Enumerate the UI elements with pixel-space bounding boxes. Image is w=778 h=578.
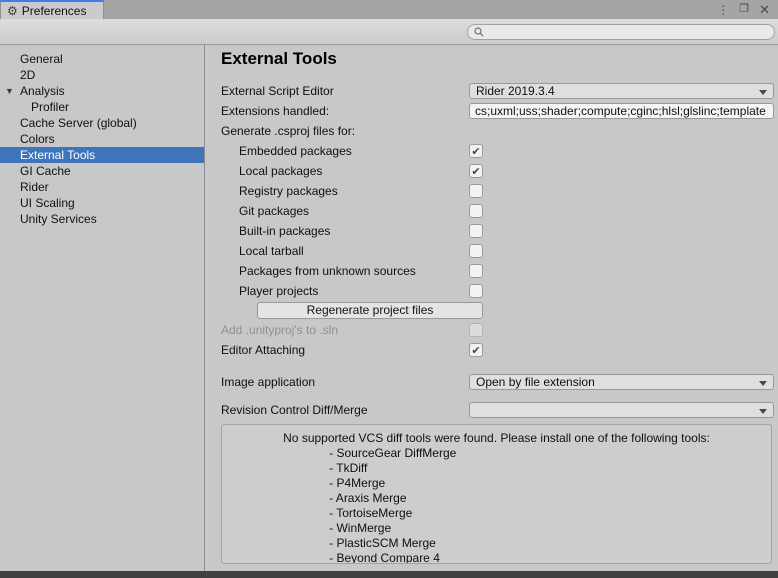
sidebar-item-colors[interactable]: Colors: [0, 131, 204, 147]
sidebar-item-label: GI Cache: [20, 164, 71, 178]
add-unityproj-checkbox: [469, 323, 483, 337]
preferences-window: ⚙ Preferences ⋮ ❐ ✕ General 2D ▼ Analysis Pr…: [0, 0, 778, 578]
editor-attaching-label: Editor Attaching: [221, 343, 469, 357]
image-application-label: Image application: [221, 375, 469, 389]
revision-control-label: Revision Control Diff/Merge: [221, 403, 469, 417]
csproj-checkbox-label: Built-in packages: [221, 224, 469, 238]
sidebar-item-2d[interactable]: 2D: [0, 67, 204, 83]
sidebar-item-label: UI Scaling: [20, 196, 75, 210]
sidebar-item-gi-cache[interactable]: GI Cache: [0, 163, 204, 179]
vcs-tool-item: - Beyond Compare 4: [283, 551, 710, 564]
external-script-editor-row: External Script Editor Rider 2019.3.4: [221, 81, 774, 101]
revision-control-row: Revision Control Diff/Merge: [221, 400, 774, 420]
vcs-tool-item: - TortoiseMerge: [283, 506, 710, 521]
sidebar-item-ui-scaling[interactable]: UI Scaling: [0, 195, 204, 211]
sidebar-item-label: External Tools: [20, 148, 95, 162]
sidebar-item-label: 2D: [20, 68, 35, 82]
external-script-editor-label: External Script Editor: [221, 84, 469, 98]
search-icon: [474, 27, 484, 37]
external-tools-panel: External Tools External Script Editor Ri…: [205, 45, 778, 571]
built-in-packages-checkbox[interactable]: [469, 224, 483, 238]
window-menu-icon[interactable]: ⋮: [717, 4, 729, 16]
sidebar-item-general[interactable]: General: [0, 51, 204, 67]
page-title: External Tools: [221, 49, 774, 73]
generate-csproj-label: Generate .csproj files for:: [221, 124, 469, 138]
window-bottom-edge: [0, 571, 778, 578]
csproj-row: Git packages: [221, 201, 774, 221]
sidebar-item-label: Cache Server (global): [20, 116, 137, 130]
add-unityproj-row: Add .unityproj's to .sln: [221, 320, 774, 340]
vcs-tool-item: - SourceGear DiffMerge: [283, 446, 710, 461]
add-unityproj-label: Add .unityproj's to .sln: [221, 323, 469, 337]
generate-csproj-header-row: Generate .csproj files for:: [221, 121, 774, 141]
sidebar-item-label: Rider: [20, 180, 49, 194]
vcs-tool-item: - WinMerge: [283, 521, 710, 536]
sidebar-item-cache-server-global-[interactable]: Cache Server (global): [0, 115, 204, 131]
registry-packages-checkbox[interactable]: [469, 184, 483, 198]
csproj-checkbox-label: Registry packages: [221, 184, 469, 198]
gear-icon: ⚙: [7, 5, 18, 17]
title-bar: ⚙ Preferences ⋮ ❐ ✕: [0, 0, 778, 19]
vcs-tool-item: - P4Merge: [283, 476, 710, 491]
external-script-editor-dropdown[interactable]: Rider 2019.3.4: [469, 83, 774, 99]
sidebar-item-label: Profiler: [31, 100, 69, 114]
vcs-tool-item: - Araxis Merge: [283, 491, 710, 506]
editor-attaching-checkbox[interactable]: ✔: [469, 343, 483, 357]
vcs-tool-item: - PlasticSCM Merge: [283, 536, 710, 551]
local-tarball-checkbox[interactable]: [469, 244, 483, 258]
player-projects-checkbox[interactable]: [469, 284, 483, 298]
sidebar-item-profiler[interactable]: Profiler: [0, 99, 204, 115]
regenerate-row: Regenerate project files: [221, 301, 774, 320]
sidebar-item-unity-services[interactable]: Unity Services: [0, 211, 204, 227]
csproj-row: Embedded packages✔: [221, 141, 774, 161]
regenerate-project-files-button[interactable]: Regenerate project files: [257, 302, 483, 319]
extensions-handled-input[interactable]: [469, 103, 774, 119]
csproj-checkbox-label: Git packages: [221, 204, 469, 218]
window-controls: ⋮ ❐ ✕: [717, 0, 778, 19]
search-box[interactable]: [467, 24, 775, 40]
csproj-row: Built-in packages: [221, 221, 774, 241]
csproj-row: Packages from unknown sources: [221, 261, 774, 281]
csproj-checkbox-label: Local packages: [221, 164, 469, 178]
tab-title: Preferences: [22, 4, 87, 18]
extensions-handled-label: Extensions handled:: [221, 104, 469, 118]
sidebar-item-label: Colors: [20, 132, 55, 146]
sidebar-item-rider[interactable]: Rider: [0, 179, 204, 195]
preferences-sidebar: General 2D ▼ Analysis Profiler Cache Server (…: [0, 45, 205, 571]
vcs-tool-item: - TkDiff: [283, 461, 710, 476]
csproj-checkbox-label: Embedded packages: [221, 144, 469, 158]
image-application-row: Image application Open by file extension: [221, 372, 774, 392]
csproj-row: Local packages✔: [221, 161, 774, 181]
csproj-checkbox-label: Player projects: [221, 284, 469, 298]
sidebar-item-external-tools[interactable]: External Tools: [0, 147, 204, 163]
vcs-help-box: No supported VCS diff tools were found. …: [221, 424, 772, 564]
packages-from-unknown-sources-checkbox[interactable]: [469, 264, 483, 278]
revision-control-dropdown[interactable]: [469, 402, 774, 418]
sidebar-item-label: Analysis: [20, 84, 65, 98]
git-packages-checkbox[interactable]: [469, 204, 483, 218]
sidebar-item-label: Unity Services: [20, 212, 97, 226]
tab-preferences[interactable]: ⚙ Preferences: [0, 0, 104, 19]
maximize-icon[interactable]: ❐: [739, 4, 749, 15]
csproj-row: Local tarball: [221, 241, 774, 261]
vcs-help-intro: No supported VCS diff tools were found. …: [283, 431, 710, 446]
csproj-checkbox-label: Local tarball: [221, 244, 469, 258]
sidebar-item-analysis[interactable]: ▼ Analysis: [0, 83, 204, 99]
local-packages-checkbox[interactable]: ✔: [469, 164, 483, 178]
foldout-open-icon[interactable]: ▼: [5, 83, 14, 99]
embedded-packages-checkbox[interactable]: ✔: [469, 144, 483, 158]
search-input[interactable]: [488, 25, 768, 39]
csproj-row: Registry packages: [221, 181, 774, 201]
sidebar-item-label: General: [20, 52, 63, 66]
extensions-handled-row: Extensions handled:: [221, 101, 774, 121]
toolbar: [0, 19, 778, 45]
editor-attaching-row: Editor Attaching ✔: [221, 340, 774, 360]
close-icon[interactable]: ✕: [759, 3, 770, 16]
image-application-dropdown[interactable]: Open by file extension: [469, 374, 774, 390]
csproj-checkbox-label: Packages from unknown sources: [221, 264, 469, 278]
csproj-row: Player projects: [221, 281, 774, 301]
